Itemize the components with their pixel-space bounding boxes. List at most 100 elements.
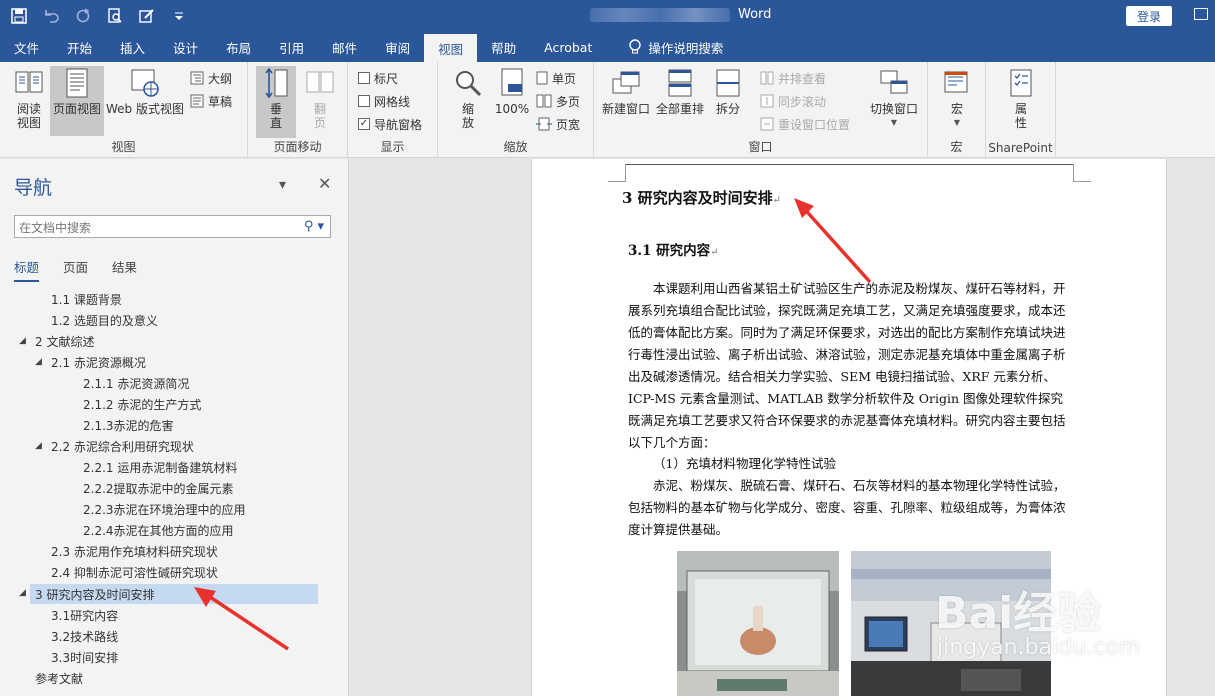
new-window-button[interactable]: 新建窗口	[600, 66, 652, 116]
sharepoint-group-label: SharePoint	[988, 141, 1053, 155]
tab-help[interactable]: 帮助	[477, 32, 530, 62]
zoom-100-icon	[496, 66, 528, 100]
one-page-button[interactable]: 单页	[536, 68, 576, 88]
magnifier-icon	[452, 66, 484, 100]
paragraph-1[interactable]: 本课题利用山西省某铝土矿试验区生产的赤泥及粉煤灰、煤矸石等材料，开展系列充填组合…	[628, 278, 1073, 454]
nav-tab-headings[interactable]: 标题	[14, 257, 40, 282]
baidu-watermark: Bai经验 jingyan.baidu.com	[925, 575, 1195, 685]
list-item[interactable]: 2.2 赤泥综合利用研究现状	[51, 436, 194, 456]
nav-tab-results[interactable]: 结果	[112, 257, 137, 282]
list-item[interactable]: 2.3 赤泥用作充填材料研究现状	[51, 541, 218, 561]
list-item[interactable]: 3.1研究内容	[51, 605, 118, 625]
list-item[interactable]: 2.2.4赤泥在其他方面的应用	[83, 520, 234, 540]
show-group-label: 显示	[380, 140, 405, 154]
draft-icon	[190, 94, 204, 108]
close-icon[interactable]: ✕	[318, 174, 331, 193]
macros-group: 宏 ▼ 宏	[928, 62, 986, 158]
nav-pane-title: 导航	[14, 177, 53, 199]
list-item-selected[interactable]: 3 研究内容及时间安排	[30, 584, 318, 604]
multiple-pages-button[interactable]: 多页	[536, 91, 580, 111]
list-item[interactable]: 2.1.2 赤泥的生产方式	[83, 394, 201, 414]
list-item[interactable]: 1.1 课题背景	[51, 289, 122, 309]
undo-icon[interactable]	[40, 5, 62, 27]
quick-access-toolbar	[8, 5, 190, 27]
tab-acrobat[interactable]: Acrobat	[530, 32, 606, 62]
nav-tab-pages[interactable]: 页面	[63, 257, 88, 282]
macros-button[interactable]: 宏 ▼	[938, 66, 976, 130]
expand-triangle-icon[interactable]: ◢	[35, 441, 42, 451]
list-item[interactable]: 1.2 选题目的及意义	[51, 310, 158, 330]
login-button[interactable]: 登录	[1126, 6, 1172, 26]
edit-icon[interactable]	[136, 5, 158, 27]
page-width-button[interactable]: 页宽	[536, 114, 580, 134]
save-icon[interactable]	[8, 5, 30, 27]
expand-triangle-icon[interactable]: ◢	[19, 588, 26, 598]
customize-qat-icon[interactable]	[168, 5, 190, 27]
sync-scroll-button[interactable]: 同步滚动	[760, 91, 826, 111]
tell-me-search[interactable]: 操作说明搜索	[614, 32, 737, 62]
list-item[interactable]: 2.4 抑制赤泥可溶性碱研究现状	[51, 562, 218, 582]
tab-layout[interactable]: 布局	[212, 32, 265, 62]
tab-home[interactable]: 开始	[53, 32, 106, 62]
tab-insert[interactable]: 插入	[106, 32, 159, 62]
view-side-by-side-button[interactable]: 并排查看	[760, 68, 826, 88]
list-item[interactable]: 2.2.1 运用赤泥制备建筑材料	[83, 457, 237, 477]
watermark-main-text: Bai经验	[935, 588, 1102, 639]
zoom-100-button[interactable]: 100%	[492, 66, 532, 116]
split-button[interactable]: 拆分	[710, 66, 746, 116]
tab-review[interactable]: 审阅	[371, 32, 424, 62]
list-item[interactable]: 2 文献综述	[35, 331, 94, 351]
ruler-checkbox[interactable]: 标尺	[358, 68, 398, 88]
macros-label: 宏	[950, 102, 963, 116]
web-layout-button[interactable]: Web 版式视图	[104, 66, 186, 116]
side-to-side-button[interactable]: 翻 页	[302, 66, 338, 130]
read-mode-button[interactable]: 阅读 视图	[8, 66, 50, 130]
list-item[interactable]: 参考文献	[35, 668, 83, 688]
nav-pane-checkbox[interactable]: ✓ 导航窗格	[358, 114, 422, 134]
draft-view-button[interactable]: 草稿	[190, 91, 232, 111]
tab-mailings[interactable]: 邮件	[318, 32, 371, 62]
redo-icon[interactable]	[72, 5, 94, 27]
list-item[interactable]: 3.2技术路线	[51, 626, 118, 646]
ribbon-display-options-icon[interactable]	[1194, 8, 1208, 20]
nav-search-input[interactable]: 在文档中搜索 ⚲ ▾	[14, 215, 331, 238]
gridlines-checkbox[interactable]: 网格线	[358, 91, 410, 111]
gridlines-checkbox-box[interactable]	[358, 95, 370, 107]
heading-1[interactable]: 3 研究内容及时间安排↵	[622, 187, 781, 208]
zoom-label: 缩 放	[461, 102, 474, 130]
ruler-checkbox-box[interactable]	[358, 72, 370, 84]
outline-view-button[interactable]: 大纲	[190, 68, 232, 88]
nav-options-chevron-icon[interactable]: ▾	[279, 177, 286, 193]
expand-triangle-icon[interactable]: ◢	[19, 336, 26, 346]
print-layout-button[interactable]: 页面视图	[50, 66, 104, 136]
nav-pane-checkbox-box[interactable]: ✓	[358, 118, 370, 130]
switch-windows-button[interactable]: 切换窗口 ▼	[866, 66, 922, 130]
tab-view[interactable]: 视图	[424, 34, 478, 62]
document-title: Word	[590, 7, 771, 22]
tab-references[interactable]: 引用	[265, 32, 318, 62]
side-by-side-label: 并排查看	[778, 71, 827, 86]
list-item[interactable]: 2.1.3赤泥的危害	[83, 415, 174, 435]
vertical-button[interactable]: 垂 直	[256, 66, 296, 138]
properties-button[interactable]: 属 性	[1002, 66, 1040, 130]
arrange-all-button[interactable]: 全部重排	[654, 66, 706, 116]
list-item[interactable]: 2.2.3赤泥在环境治理中的应用	[83, 499, 246, 519]
expand-triangle-icon[interactable]: ◢	[35, 357, 42, 367]
tab-file[interactable]: 文件	[0, 32, 53, 62]
tab-design[interactable]: 设计	[159, 32, 212, 62]
paragraph-2[interactable]: （1）充填材料物理化学特性试验	[628, 453, 1073, 475]
list-item[interactable]: 2.2.2提取赤泥中的金属元素	[83, 478, 234, 498]
split-icon	[712, 66, 744, 100]
search-icon[interactable]: ⚲ ▾	[304, 219, 324, 234]
zoom-button[interactable]: 缩 放	[450, 66, 486, 130]
list-item[interactable]: 2.1.1 赤泥资源简况	[83, 373, 189, 393]
list-item[interactable]: 2.1 赤泥资源概况	[51, 352, 146, 372]
window-group: 新建窗口 全部重排 拆分 并排查看 同步滚动 重设窗口位置 切换窗口 ▼ 窗口	[594, 62, 928, 158]
list-item[interactable]: 3.3时间安排	[51, 647, 118, 667]
switch-windows-icon	[878, 66, 910, 100]
heading-2-text: 3.1 研究内容	[628, 243, 711, 259]
paragraph-3[interactable]: 赤泥、粉煤灰、脱硫石膏、煤矸石、石灰等材料的基本物理化学特性试验，包括物料的基本…	[628, 475, 1073, 541]
heading-2[interactable]: 3.1 研究内容↵	[628, 239, 719, 259]
reset-window-position-button[interactable]: 重设窗口位置	[760, 114, 850, 134]
print-preview-icon[interactable]	[104, 5, 126, 27]
